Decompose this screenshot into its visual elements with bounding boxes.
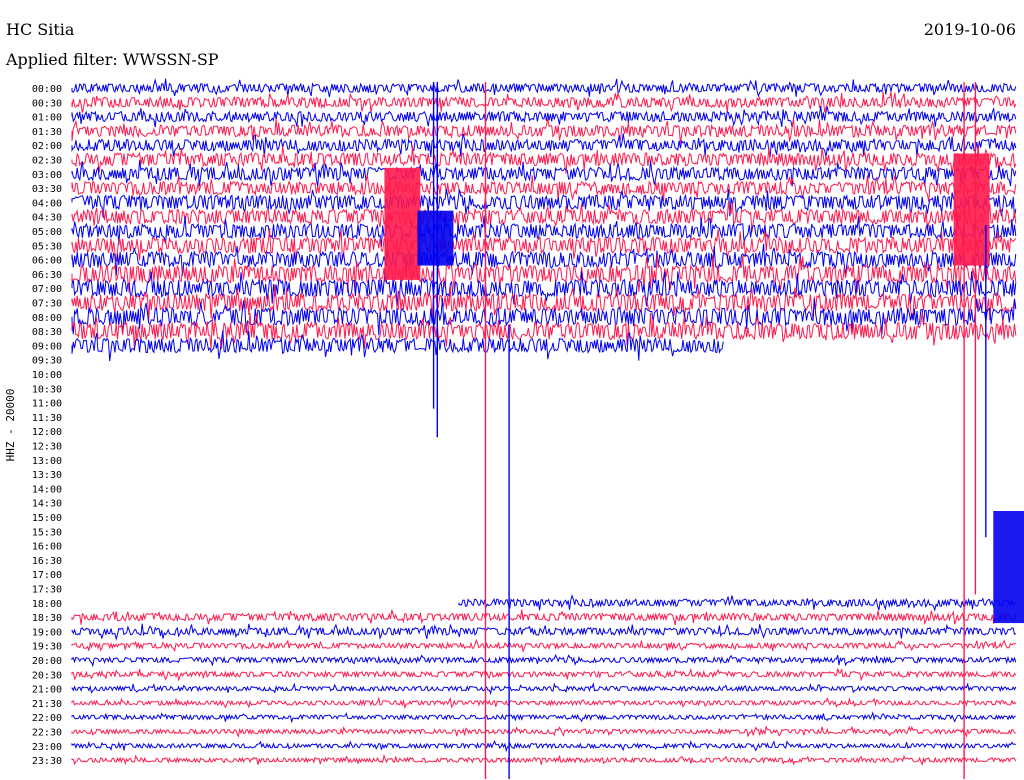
time-label-0200: 02:00 <box>32 141 62 152</box>
time-label-0730: 07:30 <box>32 299 62 310</box>
time-label-1830: 18:30 <box>32 613 62 624</box>
time-label-0630: 06:30 <box>32 270 62 281</box>
time-label-1800: 18:00 <box>32 599 62 610</box>
time-label-2200: 22:00 <box>32 713 62 724</box>
channel-label: HHZ - 20000 <box>4 389 17 462</box>
trace-row-2230 <box>71 725 1016 738</box>
trace-row-1930 <box>71 638 1017 653</box>
time-label-1330: 13:30 <box>32 470 62 481</box>
trace-row-0900 <box>71 330 724 362</box>
time-label-0230: 02:30 <box>32 156 62 167</box>
time-label-0100: 01:00 <box>32 113 62 124</box>
event-mark-0 <box>384 167 421 280</box>
time-label-0000: 00:00 <box>32 84 62 95</box>
trace-row-2300 <box>71 739 1016 753</box>
time-label-1400: 14:00 <box>32 484 62 495</box>
time-label-0830: 08:30 <box>32 327 62 338</box>
time-label-0400: 04:00 <box>32 198 62 209</box>
event-mark-1 <box>417 210 454 266</box>
time-label-0900: 09:00 <box>32 341 62 352</box>
time-label-1600: 16:00 <box>32 542 62 553</box>
time-label-1630: 16:30 <box>32 556 62 567</box>
trace-row-2100 <box>71 682 1017 696</box>
time-label-1900: 19:00 <box>32 627 62 638</box>
time-label-2330: 23:30 <box>32 756 62 767</box>
time-axis-labels: 00:00 00:30 01:00 01:30 02:00 02:30 03:00 03:30… <box>32 84 62 767</box>
time-label-0700: 07:00 <box>32 284 62 295</box>
trace-row-0100 <box>71 105 1017 128</box>
time-label-0800: 08:00 <box>32 313 62 324</box>
trace-row-0200 <box>71 133 1017 158</box>
time-label-2030: 20:30 <box>32 670 62 681</box>
time-label-0030: 00:30 <box>32 98 62 109</box>
time-label-2300: 23:00 <box>32 742 62 753</box>
trace-row-1830 <box>71 609 1017 626</box>
trace-row-2030 <box>71 667 1017 682</box>
trace-row-2130 <box>71 696 1017 710</box>
time-label-1530: 15:30 <box>32 527 62 538</box>
time-label-1300: 13:00 <box>32 456 62 467</box>
trace-row-1900 <box>71 623 1017 641</box>
time-label-1100: 11:00 <box>32 399 62 410</box>
time-label-2130: 21:30 <box>32 699 62 710</box>
time-label-1030: 10:30 <box>32 384 62 395</box>
time-label-1500: 15:00 <box>32 513 62 524</box>
time-label-1230: 12:30 <box>32 442 62 453</box>
time-label-0430: 04:30 <box>32 213 62 224</box>
trace-lines <box>71 78 1017 767</box>
event-mark-8 <box>953 153 990 266</box>
trace-row-0030 <box>71 91 1017 113</box>
helicorder-plot: 00:00 00:30 01:00 01:30 02:00 02:30 03:00 03:30… <box>4 78 1024 779</box>
trace-row-2000 <box>71 653 1017 668</box>
event-mark-10 <box>993 511 1024 624</box>
time-label-2230: 22:30 <box>32 728 62 739</box>
trace-row-0300 <box>71 160 1017 188</box>
time-label-1730: 17:30 <box>32 585 62 596</box>
time-label-2100: 21:00 <box>32 685 62 696</box>
trace-row-0330 <box>71 174 1017 202</box>
time-label-0500: 05:00 <box>32 227 62 238</box>
trace-row-1800 <box>458 594 1016 612</box>
time-label-0330: 03:30 <box>32 184 62 195</box>
time-label-1930: 19:30 <box>32 642 62 653</box>
time-label-0300: 03:00 <box>32 170 62 181</box>
trace-row-0000 <box>71 78 1017 98</box>
trace-row-2330 <box>71 753 1017 767</box>
time-label-0530: 05:30 <box>32 241 62 252</box>
time-label-1430: 14:30 <box>32 499 62 510</box>
time-label-0130: 01:30 <box>32 127 62 138</box>
time-label-0600: 06:00 <box>32 256 62 267</box>
trace-row-2200 <box>71 711 1016 724</box>
time-label-0930: 09:30 <box>32 356 62 367</box>
time-label-1130: 11:30 <box>32 413 62 424</box>
time-label-1700: 17:00 <box>32 570 62 581</box>
time-label-1000: 10:00 <box>32 370 62 381</box>
time-label-2000: 20:00 <box>32 656 62 667</box>
time-label-1200: 12:00 <box>32 427 62 438</box>
